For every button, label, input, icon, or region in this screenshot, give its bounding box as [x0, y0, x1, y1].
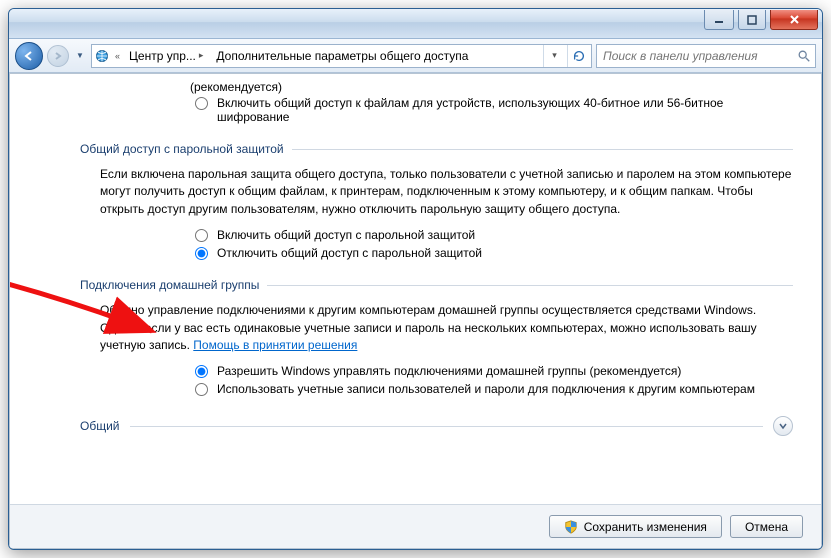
- option-label: Использовать учетные записи пользователе…: [217, 382, 755, 396]
- minimize-button[interactable]: [704, 10, 734, 30]
- nav-forward-button[interactable]: [47, 45, 69, 67]
- radio-encryption-4056[interactable]: [195, 97, 208, 110]
- option-label: Отключить общий доступ с парольной защит…: [217, 246, 482, 260]
- crumb-label: Центр упр...: [129, 49, 196, 63]
- help-link[interactable]: Помощь в принятии решения: [193, 338, 357, 352]
- option-encryption-4056[interactable]: Включить общий доступ к файлам для устро…: [80, 94, 793, 126]
- breadcrumb-segment-2[interactable]: Дополнительные параметры общего доступа: [212, 45, 472, 67]
- footer-bar: Сохранить изменения Отмена: [10, 504, 821, 548]
- password-description: Если включена парольная защита общего до…: [80, 166, 793, 226]
- search-icon: [796, 48, 811, 64]
- window-controls: [704, 10, 818, 30]
- address-dropdown-button[interactable]: ▾: [543, 45, 565, 67]
- cancel-button[interactable]: Отмена: [730, 515, 803, 538]
- refresh-button[interactable]: [567, 45, 589, 67]
- crumb-label: Дополнительные параметры общего доступа: [216, 49, 468, 63]
- button-label: Сохранить изменения: [584, 520, 707, 534]
- nav-history-dropdown[interactable]: ▼: [73, 46, 87, 66]
- option-hg-windows-managed[interactable]: Разрешить Windows управлять подключениям…: [80, 362, 793, 380]
- network-icon: [94, 48, 110, 64]
- address-bar[interactable]: « Центр упр... ▸ Дополнительные параметр…: [91, 44, 592, 68]
- chevron-right-icon: ▸: [196, 50, 207, 61]
- radio-hg-windows[interactable]: [195, 365, 208, 378]
- option-hg-user-accounts[interactable]: Использовать учетные записи пользователе…: [80, 380, 793, 398]
- homegroup-description: Обычно управление подключениями к другим…: [80, 302, 793, 362]
- section-title: Подключения домашней группы: [80, 278, 259, 292]
- search-box[interactable]: [596, 44, 816, 68]
- option-password-on[interactable]: Включить общий доступ с парольной защито…: [80, 226, 793, 244]
- save-button[interactable]: Сохранить изменения: [549, 515, 722, 538]
- option-label: Включить общий доступ с парольной защито…: [217, 228, 475, 242]
- option-password-off[interactable]: Отключить общий доступ с парольной защит…: [80, 244, 793, 262]
- content-panel: (рекомендуется) Включить общий доступ к …: [9, 73, 822, 549]
- divider: [267, 285, 793, 286]
- section-title: Общий: [80, 419, 120, 433]
- section-password-sharing: Общий доступ с парольной защитой: [80, 142, 793, 156]
- expand-button[interactable]: [773, 416, 793, 436]
- nav-back-button[interactable]: [15, 42, 43, 70]
- section-homegroup: Подключения домашней группы: [80, 278, 793, 292]
- button-label: Отмена: [745, 520, 788, 534]
- radio-hg-user[interactable]: [195, 383, 208, 396]
- option-label: Разрешить Windows управлять подключениям…: [217, 364, 681, 378]
- breadcrumb-segment-1[interactable]: Центр упр... ▸: [125, 45, 210, 67]
- recommended-suffix: (рекомендуется): [80, 80, 793, 94]
- titlebar: [9, 9, 822, 39]
- maximize-button[interactable]: [738, 10, 766, 30]
- radio-password-on[interactable]: [195, 229, 208, 242]
- nav-row: ▼ « Центр упр... ▸ Дополнительные параме…: [9, 39, 822, 73]
- section-common: Общий: [80, 416, 793, 436]
- close-button[interactable]: [770, 10, 818, 30]
- radio-password-off[interactable]: [195, 247, 208, 260]
- section-title: Общий доступ с парольной защитой: [80, 142, 284, 156]
- divider: [130, 426, 764, 427]
- scroll-area[interactable]: (рекомендуется) Включить общий доступ к …: [10, 74, 821, 504]
- divider: [292, 149, 793, 150]
- chevron-icon: «: [112, 51, 123, 61]
- search-input[interactable]: [601, 48, 796, 64]
- option-label: Включить общий доступ к файлам для устро…: [217, 96, 793, 124]
- shield-icon: [564, 520, 578, 534]
- explorer-window: ▼ « Центр упр... ▸ Дополнительные параме…: [8, 8, 823, 550]
